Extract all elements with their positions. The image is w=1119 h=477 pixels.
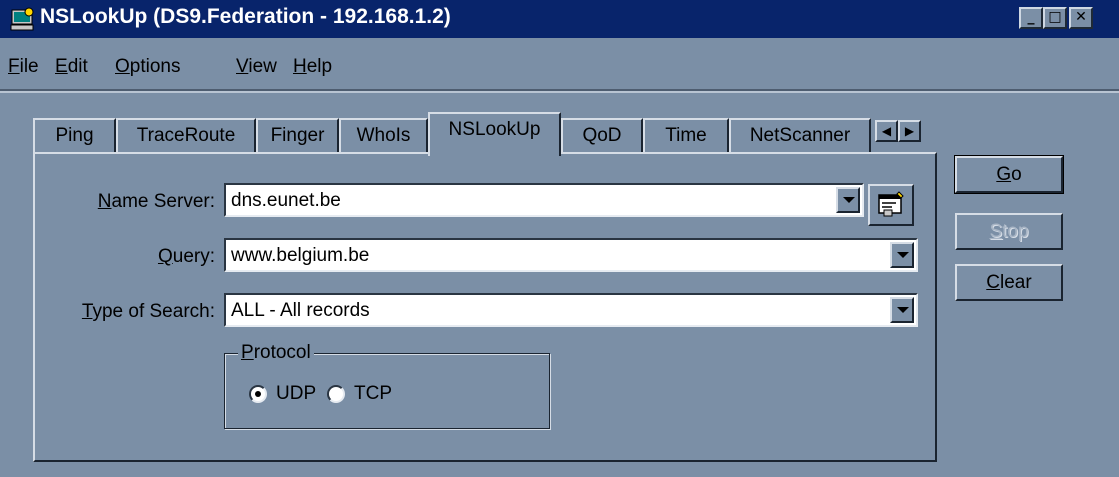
protocol-legend: Protocol xyxy=(238,342,314,364)
menu-options[interactable]: Options xyxy=(115,56,180,78)
menu-bar: File Edit Options View Help xyxy=(0,44,1119,84)
name-server-label: Name Server: xyxy=(97,191,215,212)
menu-edit[interactable]: Edit xyxy=(55,56,88,78)
server-properties-button[interactable] xyxy=(868,184,914,226)
tab-nslookup[interactable]: NSLookUp xyxy=(428,112,561,156)
tab-ping[interactable]: Ping xyxy=(33,118,116,152)
minimize-button[interactable]: _ xyxy=(1019,7,1043,29)
tab-finger[interactable]: Finger xyxy=(256,118,339,152)
tab-scroll-left-button[interactable]: ◀ xyxy=(875,120,898,142)
query-label: Query: xyxy=(157,246,215,267)
title-bar[interactable]: NSLookUp (DS9.Federation - 192.168.1.2) … xyxy=(0,0,1119,38)
name-server-value: dns.eunet.be xyxy=(231,190,341,211)
query-value: www.belgium.be xyxy=(231,245,370,266)
properties-icon xyxy=(878,191,904,217)
tab-traceroute[interactable]: TraceRoute xyxy=(116,118,256,152)
radio-selected-dot xyxy=(255,391,261,397)
close-icon: ✕ xyxy=(1075,9,1087,25)
window-title: NSLookUp (DS9.Federation - 192.168.1.2) xyxy=(40,5,451,28)
type-of-search-label: Type of Search: xyxy=(81,301,215,322)
tcp-label[interactable]: TCP xyxy=(354,383,392,405)
menu-file[interactable]: File xyxy=(8,56,39,78)
query-dropdown-button[interactable] xyxy=(890,242,914,268)
menu-view[interactable]: View xyxy=(236,56,277,78)
name-server-dropdown-button[interactable] xyxy=(836,187,860,213)
type-of-search-dropdown-button[interactable] xyxy=(890,297,914,323)
tab-whois[interactable]: WhoIs xyxy=(339,118,428,152)
clear-button[interactable]: Clear xyxy=(955,264,1063,301)
tab-time[interactable]: Time xyxy=(643,118,729,152)
go-button[interactable]: Go xyxy=(954,155,1064,194)
close-button[interactable]: ✕ xyxy=(1069,7,1093,29)
tab-netscanner[interactable]: NetScanner xyxy=(729,118,871,152)
menu-help[interactable]: Help xyxy=(293,56,332,78)
query-combobox[interactable]: www.belgium.be xyxy=(224,238,918,272)
tcp-radio[interactable] xyxy=(327,385,345,403)
type-of-search-combobox[interactable]: ALL - All records xyxy=(224,293,918,327)
maximize-icon: □ xyxy=(1048,9,1062,25)
arrow-left-icon: ◀ xyxy=(881,124,892,138)
udp-label[interactable]: UDP xyxy=(276,383,316,405)
type-of-search-value: ALL - All records xyxy=(231,300,370,321)
network-tool-icon xyxy=(10,7,34,31)
stop-button[interactable]: Stop xyxy=(955,213,1063,250)
udp-radio[interactable] xyxy=(249,385,267,403)
tab-qod[interactable]: QoD xyxy=(561,118,643,152)
menu-separator xyxy=(0,89,1119,93)
tab-scroll-right-button[interactable]: ▶ xyxy=(898,120,921,142)
name-server-combobox[interactable]: dns.eunet.be xyxy=(224,183,864,217)
maximize-button[interactable]: □ xyxy=(1043,7,1067,29)
minimize-icon: _ xyxy=(1027,9,1035,25)
arrow-right-icon: ▶ xyxy=(904,124,915,138)
